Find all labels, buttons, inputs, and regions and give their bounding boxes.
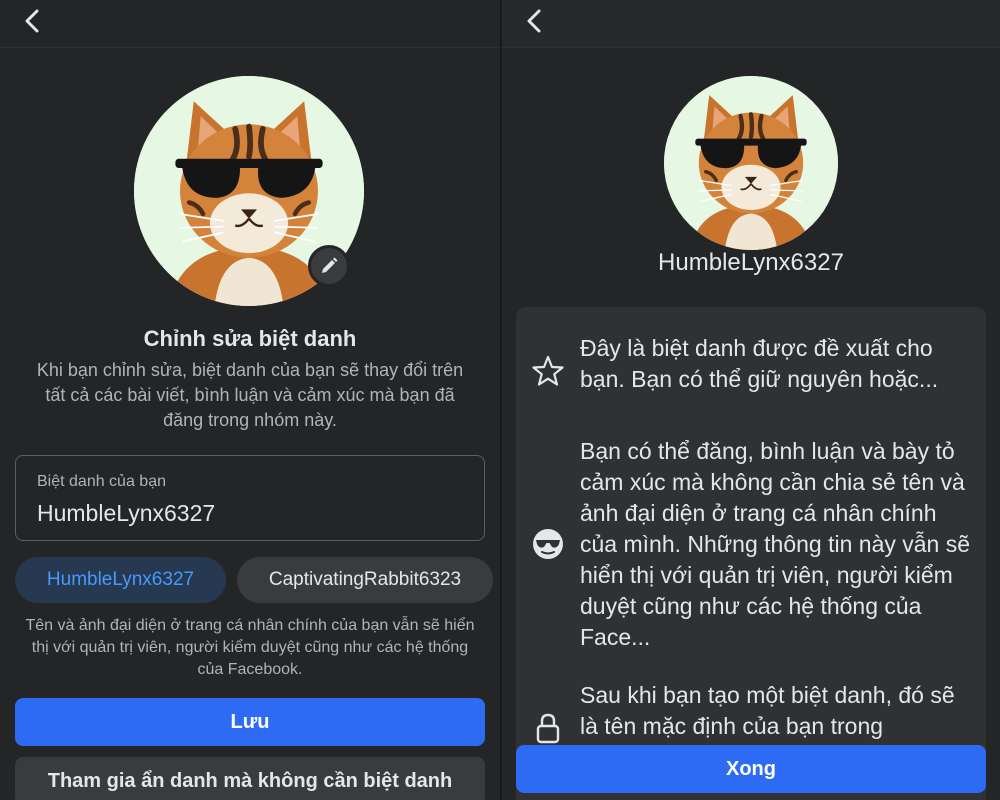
avatar (664, 76, 838, 250)
star-icon (530, 353, 566, 389)
chevron-left-icon (527, 9, 541, 33)
info-text: Đây là biệt danh được đề xuất cho bạn. B… (580, 335, 939, 392)
pencil-icon (322, 257, 338, 273)
chevron-left-icon (25, 9, 39, 33)
back-button[interactable] (520, 6, 550, 36)
info-card: Đây là biệt danh được đề xuất cho bạn. B… (516, 307, 986, 800)
nickname-display: HumbleLynx6327 (658, 249, 844, 276)
suggestion-chip-selected[interactable]: HumbleLynx6327 (15, 557, 226, 603)
info-item-anonymous: Bạn có thể đăng, bình luận và bày tỏ cảm… (516, 436, 986, 652)
suggestion-chip[interactable]: CaptivatingRabbit6323 (237, 557, 493, 603)
sunglasses-icon (530, 526, 566, 562)
nickname-info-panel: HumbleLynx6327 Đây là biệt danh được đề … (502, 0, 1000, 800)
top-bar (502, 0, 1000, 48)
top-bar (0, 0, 500, 48)
nickname-field-label: Biệt danh của bạn (37, 473, 166, 490)
cat-avatar-image (664, 76, 838, 250)
nickname-field-value[interactable]: HumbleLynx6327 (37, 500, 215, 527)
info-item-suggested: Đây là biệt danh được đề xuất cho bạn. B… (516, 333, 986, 403)
done-button[interactable]: Xong (516, 745, 986, 793)
nickname-field[interactable]: Biệt danh của bạn HumbleLynx6327 (15, 455, 485, 541)
back-button[interactable] (18, 6, 48, 36)
edit-nickname-panel: Chỉnh sửa biệt danh Khi bạn chỉnh sửa, b… (0, 0, 500, 800)
join-anonymously-button[interactable]: Tham gia ẩn danh mà không cần biệt danh (15, 757, 485, 800)
save-button[interactable]: Lưu (15, 698, 485, 746)
page-description: Khi bạn chỉnh sửa, biệt danh của bạn sẽ … (36, 360, 464, 430)
info-text: Bạn có thể đăng, bình luận và bày tỏ cảm… (580, 438, 971, 650)
edit-avatar-button[interactable] (308, 245, 350, 287)
info-text: Sau khi bạn tạo một biệt danh, đó sẽ là … (580, 682, 955, 739)
privacy-note: Tên và ảnh đại diện ở trang cá nhân chín… (25, 617, 475, 678)
lock-icon (530, 710, 566, 746)
info-item-default-name: Sau khi bạn tạo một biệt danh, đó sẽ là … (516, 680, 986, 744)
page-title: Chỉnh sửa biệt danh (143, 326, 357, 351)
